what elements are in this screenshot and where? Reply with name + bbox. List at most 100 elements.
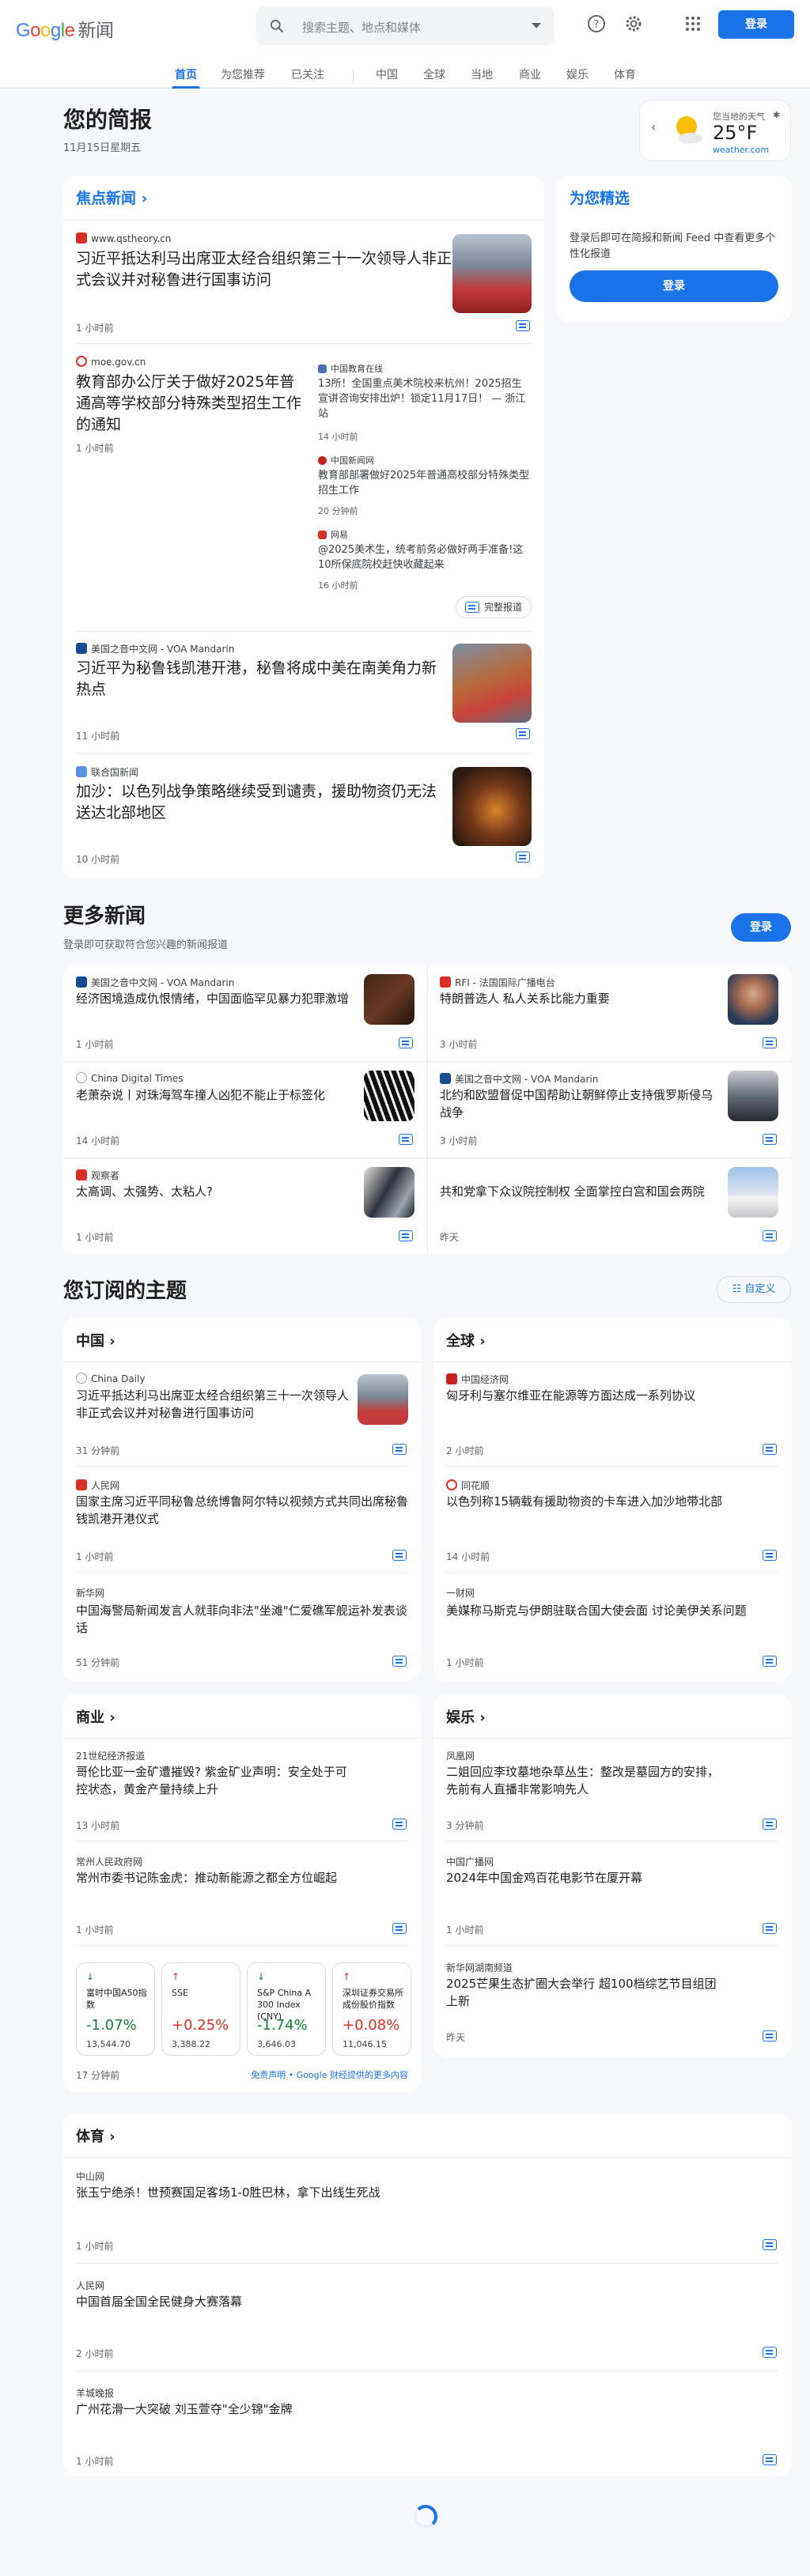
divider [76,1945,408,1946]
for-you-signin-button[interactable]: 登录 [570,270,778,302]
more-news-signin-button[interactable]: 登录 [731,913,791,942]
stock-card[interactable]: ↓ S&P China A 300 Index (CNY) -1.74% 3,646.… [247,1962,326,2056]
weather-source[interactable]: weather.com [713,145,769,155]
topic-title-business[interactable]: 商业 › [76,1706,115,1727]
story-headline[interactable]: 教育部办公厅关于做好2025年普通高等学校部分特殊类型招生工作的通知 [76,372,305,436]
story-headline[interactable]: 张玉宁绝杀！世预赛国足客场1-0胜巴林，拿下出线生死战 [76,2184,630,2201]
tab-for-you[interactable]: 为您推荐 [221,66,265,82]
story-headline[interactable]: 2024年中国金鸡百花电影节在厦开幕 [446,1869,778,1887]
tab-home[interactable]: 首页 [175,66,197,82]
tab-following[interactable]: 已关注 [291,66,324,82]
apps-grid-icon[interactable] [683,13,703,34]
settings-icon[interactable]: ✱ [773,110,780,120]
full-coverage-icon[interactable] [399,1037,413,1048]
chevron-left-icon[interactable]: ‹ [651,119,656,134]
stock-card[interactable]: ↓ 富时中国A50指数 -1.07% 13,544.70 [76,1962,155,2056]
full-coverage-icon[interactable] [516,728,530,739]
search-icon[interactable] [269,18,285,34]
tab-sports[interactable]: 体育 [614,66,636,82]
full-coverage-icon[interactable] [763,1656,777,1667]
related-headline[interactable]: 13所！全国重点美术院校来杭州！2025招生宣讲咨询安排出炉！锁定11月17日！… [318,376,532,421]
full-coverage-icon[interactable] [392,1550,407,1561]
story-headline[interactable]: 太高调、太强势、太粘人? [76,1183,353,1200]
topic-title-world[interactable]: 全球 › [446,1330,486,1350]
full-coverage-icon[interactable] [399,1134,413,1145]
full-coverage-icon[interactable] [763,1134,777,1145]
tab-entertainment[interactable]: 娱乐 [566,66,589,82]
story-headline[interactable]: 二姐回应李玟墓地杂草丛生：整改是墓园方的安排，先前有人直播非常影响先人 [446,1763,723,1798]
story-headline[interactable]: 特朗普选人 私人关系比能力重要 [440,990,717,1007]
story-thumbnail[interactable] [728,1071,778,1121]
tab-china[interactable]: 中国 [376,66,398,82]
story-headline[interactable]: 北约和欧盟督促中国帮助让朝鲜停止支持俄罗斯侵乌战争 [440,1086,717,1121]
full-coverage-icon[interactable] [763,1037,777,1048]
story-headline[interactable]: 广州花滑一大突破 刘玉萱夺"全少锦"金牌 [76,2400,630,2418]
story-time: 1 小时前 [76,2456,114,2467]
full-coverage-icon[interactable] [763,1819,777,1830]
full-coverage-icon[interactable] [763,1923,777,1934]
gear-icon[interactable] [623,13,644,34]
help-icon[interactable]: ? [586,13,607,34]
full-coverage-icon[interactable] [763,2239,777,2250]
full-coverage-icon[interactable] [392,1444,407,1455]
story-thumbnail[interactable] [364,1071,414,1121]
full-coverage-icon[interactable] [763,1550,777,1561]
source-logo-icon [76,1479,87,1490]
tab-business[interactable]: 商业 [519,66,541,82]
story-thumbnail[interactable] [364,974,414,1025]
stock-card[interactable]: ↑ SSE +0.25% 3,388.22 [161,1962,240,2056]
full-coverage-icon[interactable] [763,1230,777,1241]
finance-disclaimer-link[interactable]: 免责声明 • Google 财经提供的更多内容 [251,2068,408,2081]
story-headline[interactable]: 习近平为秘鲁钱凯港开港，秘鲁将成中美在南美角力新热点 [76,658,448,701]
customize-button[interactable]: ☷ 自定义 [717,1276,791,1303]
story-headline[interactable]: 中国海警局新闻发言人就菲向非法"坐滩"仁爱礁军舰运补发表谈话 [76,1602,408,1637]
full-coverage-icon[interactable] [392,1923,407,1934]
story-thumbnail[interactable] [728,974,778,1025]
full-coverage-icon[interactable] [392,1819,407,1830]
signin-button[interactable]: 登录 [718,10,794,39]
related-headline[interactable]: @2025美术生，统考前务必做好两手准备!这10所保底院校赶快收藏起来 [318,542,532,572]
story-headline[interactable]: 加沙：以色列战争策略继续受到谴责，援助物资仍无法送达北部地区 [76,781,448,824]
full-coverage-icon[interactable] [392,1656,407,1667]
related-headline[interactable]: 教育部部署做好2025年普通高校部分特殊类型招生工作 [318,468,532,498]
story-headline[interactable]: 美媒称马斯克与伊朗驻联合国大使会面 讨论美伊关系问题 [446,1602,778,1619]
headlines-title[interactable]: 焦点新闻 › [76,187,147,208]
weather-widget[interactable]: ‹ 您当地的天气 25°F weather.com ✱ [639,100,791,161]
chevron-down-icon[interactable] [532,23,541,28]
story-headline[interactable]: 2025芒果生态扩圈大会举行 超100档综艺节目组团上新 [446,1975,723,2010]
topic-title-sports[interactable]: 体育 › [76,2125,115,2146]
story-thumbnail[interactable] [452,234,532,313]
story-headline[interactable]: 经济困境造成仇恨情绪，中国面临罕见暴力犯罪激增 [76,990,353,1007]
story-thumbnail[interactable] [452,767,532,846]
story-source: RFI - 法国国际广播电台 [440,976,555,989]
story-thumbnail[interactable] [358,1374,408,1425]
story-headline[interactable]: 以色列称15辆载有援助物资的卡车进入加沙地带北部 [446,1493,778,1510]
full-coverage-icon[interactable] [763,1444,777,1455]
story-headline[interactable]: 匈牙利与塞尔维亚在能源等方面达成一系列协议 [446,1387,778,1404]
story-headline[interactable]: 习近平抵达利马出席亚太经合组织第三十一次领导人非正式会议并对秘鲁进行国事访问 [76,248,456,291]
full-coverage-icon[interactable] [399,1230,413,1241]
full-coverage-icon[interactable] [763,2347,777,2358]
google-news-logo[interactable]: Google 新闻 [16,15,114,42]
full-coverage-icon[interactable] [763,2454,777,2465]
story-headline[interactable]: 习近平抵达利马出席亚太经合组织第三十一次领导人非正式会议并对秘鲁进行国事访问 [76,1387,353,1422]
full-coverage-button[interactable]: 完整报道 [456,596,532,618]
full-coverage-icon[interactable] [516,852,530,863]
story-headline[interactable]: 老萧杂说丨对珠海驾车撞人凶犯不能止于标签化 [76,1086,353,1104]
story-thumbnail[interactable] [452,644,532,723]
story-thumbnail[interactable] [728,1167,778,1218]
story-headline[interactable]: 共和党拿下众议院控制权 全面掌控白宫和国会两院 [440,1183,717,1200]
story-headline[interactable]: 哥伦比亚一金矿遭摧毁? 紫金矿业声明：安全处于可控状态，黄金产量持续上升 [76,1763,353,1798]
story-headline[interactable]: 国家主席习近平同秘鲁总统博鲁阿尔特以视频方式共同出席秘鲁钱凯港开港仪式 [76,1493,408,1528]
story-headline[interactable]: 中国首届全国全民健身大赛落幕 [76,2293,630,2310]
full-coverage-icon[interactable] [516,320,530,331]
topic-title-entertainment[interactable]: 娱乐 › [446,1706,486,1727]
topic-title-china[interactable]: 中国 › [76,1330,115,1350]
search-box[interactable]: 搜索主题、地点和媒体 [256,7,554,45]
tab-world[interactable]: 全球 [423,66,445,82]
full-coverage-icon[interactable] [763,2030,777,2042]
tab-local[interactable]: 当地 [471,66,493,82]
story-headline[interactable]: 常州市委书记陈金虎：推动新能源之都全方位崛起 [76,1869,408,1887]
stock-card[interactable]: ↑ 深圳证券交易所成份股价指数 +0.08% 11,046.15 [332,1962,411,2056]
story-thumbnail[interactable] [364,1167,414,1218]
